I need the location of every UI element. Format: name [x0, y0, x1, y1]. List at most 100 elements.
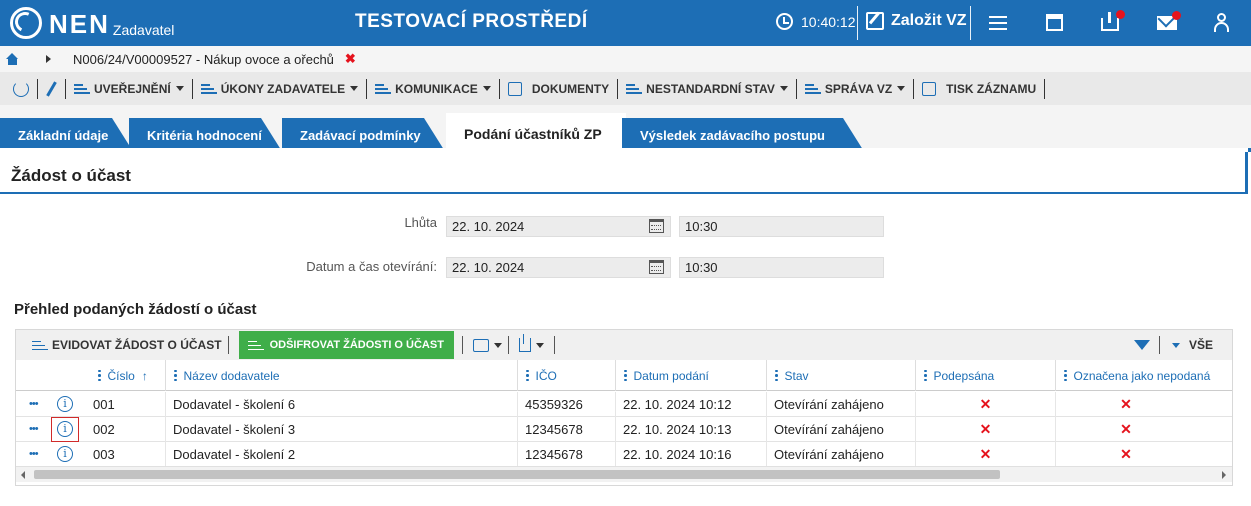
menu-label: DOKUMENTY — [531, 81, 610, 96]
session-time: 10:40:12 — [801, 13, 856, 30]
divider — [617, 78, 619, 99]
column-label: Označena jako nepodaná — [1073, 368, 1211, 383]
divider — [507, 336, 509, 354]
column-menu-icon[interactable] — [1064, 369, 1067, 382]
column-label: IČO — [535, 368, 557, 383]
tab-label: Podání účastníků ZP — [464, 126, 602, 142]
cross-icon: ✕ — [1120, 396, 1132, 412]
info-icon[interactable]: i — [57, 421, 73, 437]
grid-header: Číslo ↑ Název dodavatele IČO Datum podán… — [16, 360, 1232, 391]
register-application-button[interactable]: EVIDOVAT ŽÁDOST O ÚČAST — [32, 338, 222, 352]
grid-title: Přehled podaných žádostí o účast — [14, 301, 257, 318]
home-icon[interactable] — [6, 53, 19, 65]
sort-asc-icon: ↑ — [141, 368, 148, 383]
list-icon — [375, 82, 392, 95]
new-vz-button[interactable]: Založit VZ — [866, 12, 967, 30]
mail-icon[interactable] — [1156, 10, 1181, 34]
horizontal-scrollbar[interactable] — [16, 466, 1232, 482]
tab-label: Základní údaje — [18, 128, 109, 143]
calendar-icon[interactable] — [649, 260, 664, 274]
info-icon[interactable]: i — [57, 396, 73, 412]
table-row[interactable]: ••• i 003 Dodavatel - školení 2 12345678… — [16, 442, 1232, 467]
column-menu-icon[interactable] — [924, 369, 927, 382]
menu-dokumenty[interactable]: DOKUMENTY — [507, 81, 610, 96]
opening-time-field[interactable]: 10:30 — [679, 257, 884, 278]
menu-ukony-zadavatele[interactable]: ÚKONY ZADAVATELE — [200, 82, 359, 96]
cell-cislo: 003 — [93, 447, 115, 462]
cell-podepsana: ✕ — [915, 392, 1055, 417]
divider — [461, 336, 463, 354]
column-header-cislo[interactable]: Číslo ↑ — [90, 360, 165, 391]
opening-date-field[interactable]: 22. 10. 2024 — [446, 257, 671, 278]
info-icon[interactable]: i — [57, 446, 73, 462]
scroll-right-icon[interactable] — [1222, 471, 1226, 479]
row-menu-icon[interactable]: ••• — [29, 449, 39, 460]
column-header-nazev[interactable]: Název dodavatele — [165, 360, 517, 391]
export-icon — [518, 334, 531, 352]
column-menu-icon[interactable] — [98, 369, 101, 382]
logo-text: NEN — [49, 9, 110, 39]
column-header-nepodana[interactable]: Označena jako nepodaná — [1055, 360, 1232, 391]
scroll-left-icon[interactable] — [21, 471, 25, 479]
list-icon — [626, 82, 643, 95]
user-icon[interactable] — [1211, 12, 1233, 34]
scrollbar-thumb[interactable] — [34, 470, 1000, 479]
opening-date-value: 22. 10. 2024 — [452, 260, 525, 275]
filter-icon[interactable] — [1133, 340, 1150, 350]
column-menu-icon[interactable] — [526, 369, 529, 382]
nen-logo[interactable]: NEN Zadavatel — [10, 7, 174, 39]
table-row[interactable]: ••• i 001 Dodavatel - školení 6 45359326… — [16, 392, 1232, 417]
cell-podepsana: ✕ — [915, 442, 1055, 467]
menu-label: KOMUNIKACE — [395, 81, 478, 96]
cross-icon: ✕ — [979, 396, 992, 412]
applications-grid: EVIDOVAT ŽÁDOST O ÚČAST ODŠIFROVAT ŽÁDOS… — [15, 329, 1233, 486]
caret-down-icon — [779, 86, 788, 91]
cell-datum: 22. 10. 2024 10:16 — [615, 442, 766, 467]
close-icon[interactable]: ✖ — [345, 51, 356, 67]
cell-ico: 12345678 — [517, 442, 615, 467]
pencil-icon[interactable] — [46, 80, 57, 97]
divider — [795, 78, 797, 99]
column-header-datum[interactable]: Datum podání — [615, 360, 766, 391]
menu-komunikace[interactable]: KOMUNIKACE — [375, 82, 491, 96]
calendar-icon[interactable] — [649, 219, 664, 233]
breadcrumb-item-current[interactable]: N006/24/V00009527 - Nákup ovoce a ořechů — [73, 52, 334, 67]
row-menu-icon[interactable]: ••• — [29, 424, 39, 435]
deadline-time-field[interactable]: 10:30 — [679, 216, 884, 237]
row-menu-icon[interactable]: ••• — [29, 399, 39, 410]
caret-down-icon — [493, 342, 502, 348]
cell-ico: 45359326 — [517, 392, 615, 417]
edit-icon — [866, 12, 884, 30]
action-toolbar: UVEŘEJNĚNÍ ÚKONY ZADAVATELE KOMUNIKACE D… — [0, 72, 1251, 105]
menu-nestandardni-stav[interactable]: NESTANDARDNÍ STAV — [626, 82, 788, 96]
decrypt-applications-button[interactable]: ODŠIFROVAT ŽÁDOSTI O ÚČAST — [238, 331, 454, 359]
column-menu-icon[interactable] — [624, 369, 627, 382]
menu-icon[interactable] — [987, 12, 1009, 34]
deadline-date-field[interactable]: 22. 10. 2024 — [446, 216, 671, 237]
divider — [366, 78, 368, 99]
menu-label: SPRÁVA VZ — [824, 81, 893, 96]
column-menu-icon[interactable] — [775, 369, 778, 382]
column-header-ico[interactable]: IČO — [517, 360, 615, 391]
inbox-icon[interactable] — [1099, 10, 1125, 34]
column-header-podepsana[interactable]: Podepsána — [915, 360, 1055, 391]
cross-icon: ✕ — [979, 446, 992, 462]
export-dropdown[interactable] — [518, 334, 544, 352]
view-all-label: VŠE — [1188, 338, 1213, 352]
table-row[interactable]: ••• i 002 Dodavatel - školení 3 12345678… — [16, 417, 1232, 442]
menu-sprava-vz[interactable]: SPRÁVA VZ — [804, 81, 906, 96]
column-header-stav[interactable]: Stav — [766, 360, 915, 391]
menu-uverejneni[interactable]: UVEŘEJNĚNÍ — [74, 82, 184, 96]
tab-podani-ucastniku[interactable]: Podání účastníků ZP — [446, 113, 626, 153]
menu-tisk-zaznamu[interactable]: TISK ZÁZNAMU — [922, 81, 1036, 96]
calculator-icon[interactable] — [1044, 12, 1066, 34]
cell-stav: Otevírání zahájeno — [766, 417, 915, 442]
column-settings-dropdown[interactable] — [472, 338, 502, 352]
column-menu-icon[interactable] — [174, 369, 177, 382]
refresh-icon[interactable] — [13, 80, 29, 97]
caret-down-icon — [482, 86, 491, 91]
tab-label: Výsledek zadávacího postupu — [640, 128, 825, 143]
view-all-dropdown[interactable]: VŠE — [1171, 338, 1213, 352]
list-icon — [32, 339, 48, 352]
opening-row: Datum a čas otevírání: — [0, 259, 437, 274]
